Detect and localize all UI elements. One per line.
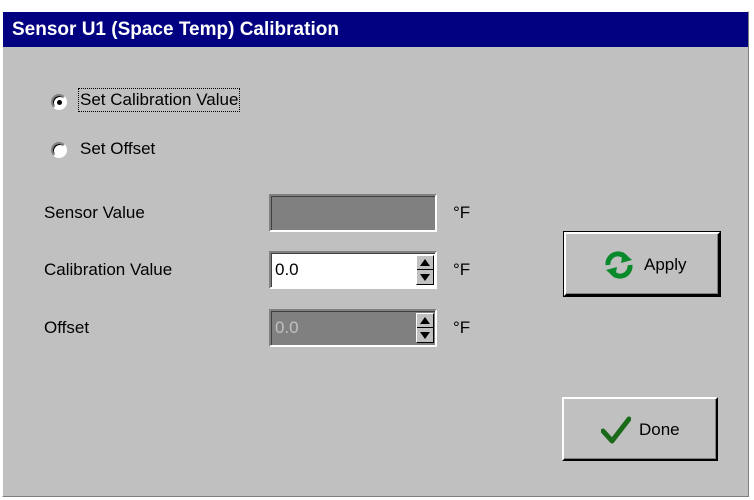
radio-set-calibration-value[interactable] — [51, 94, 67, 110]
refresh-icon — [605, 251, 633, 279]
spin-up-arrow-icon — [420, 317, 430, 324]
offset-label: Offset — [44, 318, 90, 337]
calibration-value-unit: °F — [453, 260, 471, 279]
calibration-value-spinner[interactable] — [416, 255, 434, 285]
apply-button-label: Apply — [644, 255, 687, 274]
offset-input: 0.0 — [269, 309, 437, 347]
checkmark-icon — [601, 416, 631, 444]
sensor-value-label: Sensor Value — [44, 203, 145, 222]
title-bar[interactable]: Sensor U1 (Space Temp) Calibration — [3, 12, 748, 47]
spin-down-arrow-icon — [420, 332, 430, 339]
offset-spinner — [416, 313, 434, 343]
radio-set-offset-label[interactable]: Set Offset — [80, 139, 155, 159]
calibration-dialog: Sensor U1 (Space Temp) Calibration Set C… — [2, 11, 749, 497]
spinner-divider — [417, 269, 433, 270]
radio-selected-dot — [57, 100, 62, 105]
done-button-label: Done — [639, 420, 680, 439]
done-button[interactable]: Done — [562, 397, 718, 461]
radio-set-calibration-value-text: Set Calibration Value — [80, 90, 239, 109]
dialog-title: Sensor U1 (Space Temp) Calibration — [12, 19, 339, 40]
sensor-value-field — [269, 194, 437, 232]
radio-set-offset[interactable] — [51, 142, 67, 158]
spinner-divider — [417, 327, 433, 328]
offset-text: 0.0 — [275, 318, 299, 337]
offset-unit: °F — [453, 318, 471, 337]
apply-button[interactable]: Apply — [563, 231, 721, 297]
calibration-value-label: Calibration Value — [44, 260, 173, 279]
radio-set-calibration-value-label[interactable]: Set Calibration Value — [77, 88, 241, 112]
calibration-value-text: 0.0 — [275, 260, 299, 279]
calibration-value-input[interactable]: 0.0 — [269, 251, 437, 289]
spin-up-arrow-icon[interactable] — [420, 259, 430, 266]
sensor-value-unit: °F — [453, 203, 471, 222]
spin-down-arrow-icon[interactable] — [420, 274, 430, 281]
